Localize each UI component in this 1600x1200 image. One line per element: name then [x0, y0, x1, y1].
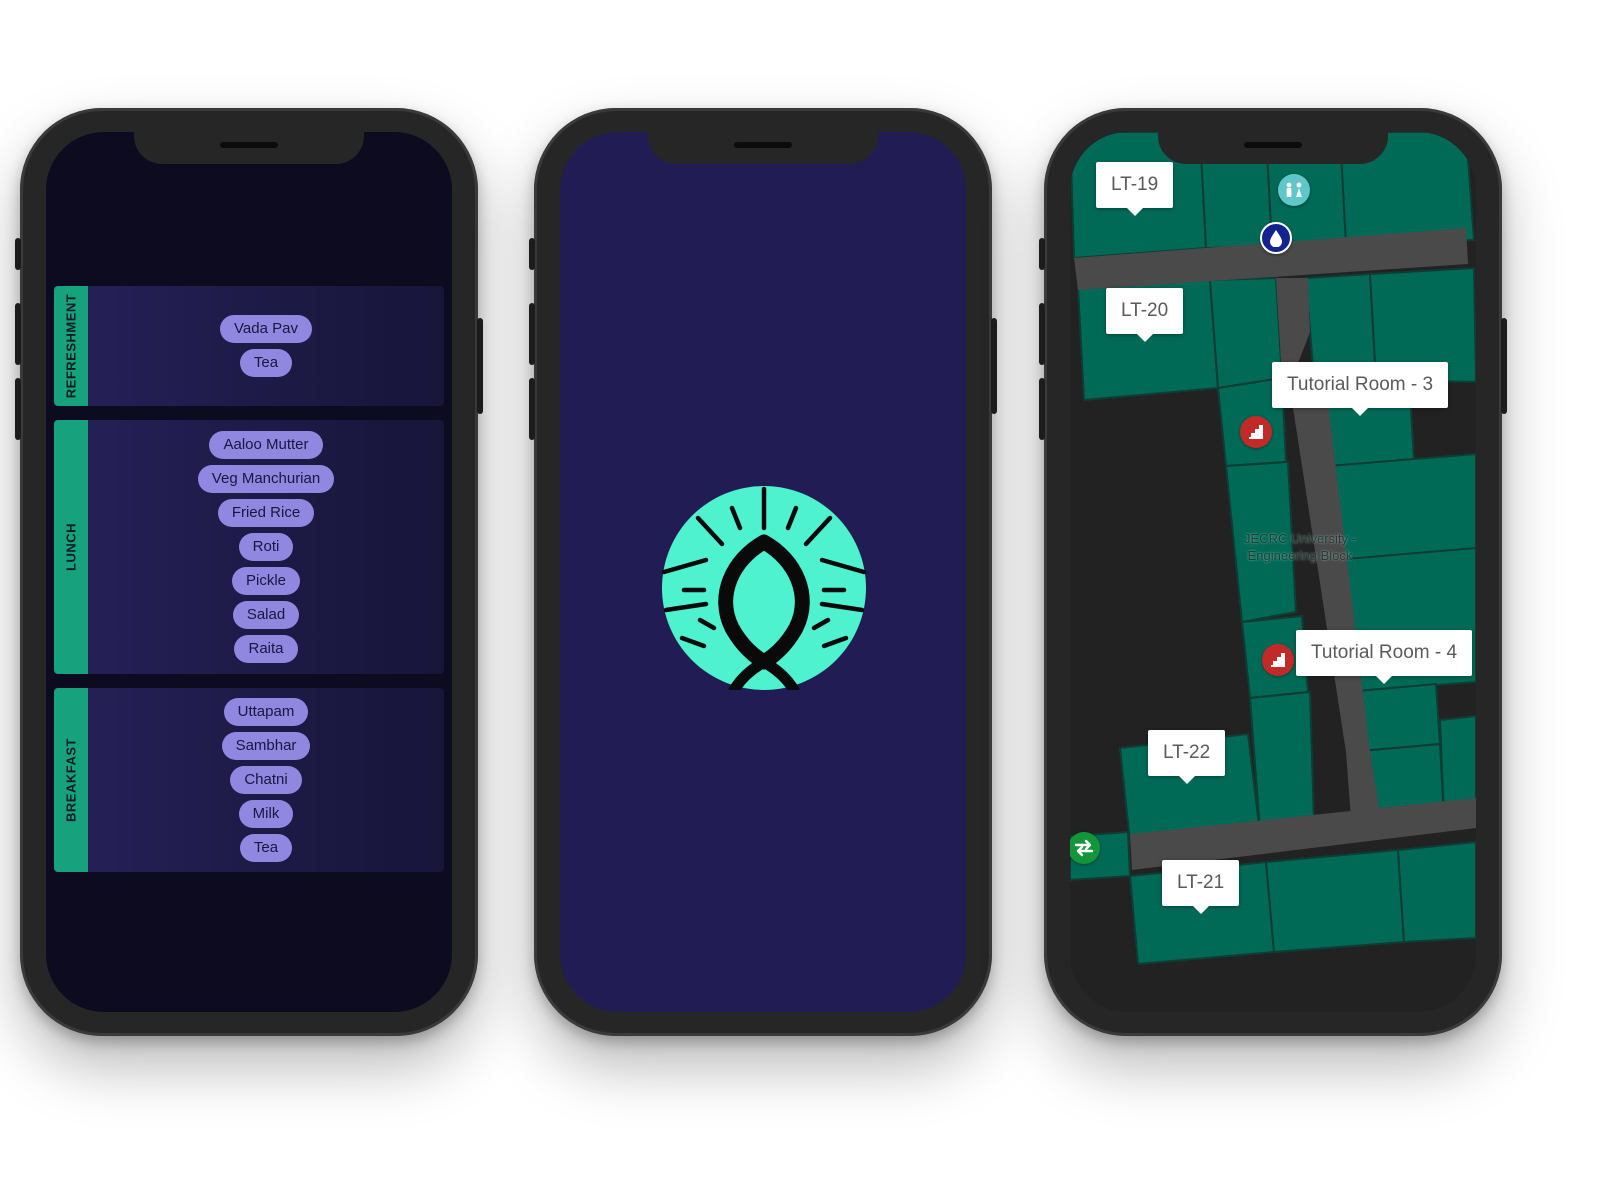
notch	[134, 132, 364, 164]
water-drop-icon[interactable]	[1260, 222, 1292, 254]
volume-down-button	[15, 378, 21, 440]
lightbulb-drop-logo-icon	[662, 486, 866, 690]
meal-card-refreshment: REFRESHMENT Vada Pav Tea	[54, 286, 444, 406]
volume-up-button	[1039, 303, 1045, 365]
meal-tab: BREAKFAST	[54, 688, 88, 872]
menu-item[interactable]: Chatni	[230, 766, 302, 794]
meal-title: BREAKFAST	[63, 738, 79, 822]
room-callout-tutorial3[interactable]: Tutorial Room - 3	[1272, 362, 1449, 416]
notch	[648, 132, 878, 164]
stairs-icon[interactable]	[1262, 644, 1294, 676]
building-label: JECRC University - Engineering Block	[1244, 531, 1356, 563]
meal-card-lunch: LUNCH Aaloo Mutter Veg Manchurian Fried …	[54, 420, 444, 674]
phone-map: JECRC University - Engineering Block LT-…	[1039, 108, 1507, 1036]
meal-title: LUNCH	[63, 523, 79, 571]
phone-menu: REFRESHMENT Vada Pav Tea LUNCH Aaloo Mut…	[15, 108, 483, 1036]
volume-up-button	[529, 303, 535, 365]
meal-items: Vada Pav Tea	[88, 286, 444, 406]
map-screen[interactable]: JECRC University - Engineering Block LT-…	[1070, 132, 1476, 1012]
menu-item[interactable]: Tea	[239, 834, 293, 862]
room-callout-lt19[interactable]: LT-19	[1096, 162, 1174, 216]
menu-item[interactable]: Veg Manchurian	[197, 465, 335, 493]
floor-plan-map[interactable]	[1070, 132, 1476, 1012]
power-button	[991, 318, 997, 414]
menu-item[interactable]: Uttapam	[223, 698, 309, 726]
volume-down-button	[529, 378, 535, 440]
room-callout-tutorial4[interactable]: Tutorial Room - 4	[1296, 630, 1473, 684]
speaker	[220, 142, 278, 148]
restroom-icon[interactable]	[1278, 174, 1310, 206]
menu-item[interactable]: Roti	[238, 533, 294, 561]
phone-splash	[529, 108, 997, 1036]
room-callout-lt20[interactable]: LT-20	[1106, 288, 1184, 342]
speaker	[734, 142, 792, 148]
meal-tab: REFRESHMENT	[54, 286, 88, 406]
menu-item[interactable]: Aaloo Mutter	[209, 431, 323, 459]
room-callout-lt22[interactable]: LT-22	[1148, 730, 1226, 784]
mute-switch	[529, 238, 535, 270]
mute-switch	[15, 238, 21, 270]
power-button	[1501, 318, 1507, 414]
stairs-icon[interactable]	[1240, 416, 1272, 448]
menu-item[interactable]: Salad	[232, 601, 300, 629]
meal-tab: LUNCH	[54, 420, 88, 674]
menu-item[interactable]: Vada Pav	[220, 315, 312, 343]
menu-item[interactable]: Fried Rice	[217, 499, 315, 527]
meal-items: Uttapam Sambhar Chatni Milk Tea	[88, 688, 444, 872]
meal-items: Aaloo Mutter Veg Manchurian Fried Rice R…	[88, 420, 444, 674]
menu-item[interactable]: Milk	[238, 800, 294, 828]
mute-switch	[1039, 238, 1045, 270]
menu-item[interactable]: Raita	[234, 635, 298, 663]
menu-item[interactable]: Sambhar	[221, 732, 311, 760]
notch	[1158, 132, 1388, 164]
volume-down-button	[1039, 378, 1045, 440]
power-button	[477, 318, 483, 414]
speaker	[1244, 142, 1302, 148]
menu-item[interactable]: Tea	[239, 349, 293, 377]
splash-screen	[560, 132, 966, 1012]
volume-up-button	[15, 303, 21, 365]
room-callout-lt21[interactable]: LT-21	[1162, 860, 1240, 914]
meal-card-breakfast: BREAKFAST Uttapam Sambhar Chatni Milk Te…	[54, 688, 444, 872]
meal-title: REFRESHMENT	[63, 293, 79, 399]
menu-item[interactable]: Pickle	[231, 567, 300, 595]
menu-screen: REFRESHMENT Vada Pav Tea LUNCH Aaloo Mut…	[46, 132, 452, 1012]
